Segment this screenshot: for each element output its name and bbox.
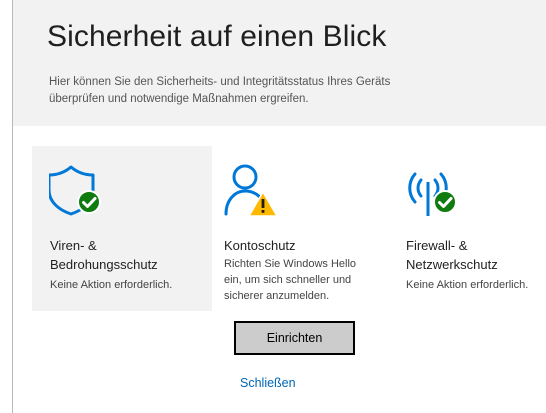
tile-title: Kontoschutz	[224, 238, 296, 253]
shield-check-icon	[49, 165, 101, 216]
tile-status: Keine Aktion erforderlich.	[50, 279, 173, 291]
tile-title-line: Netzwerkschutz	[406, 257, 498, 272]
tile-title: Viren- & Bedrohungsschutz	[50, 236, 200, 274]
tile-title-line: Firewall- &	[406, 238, 468, 253]
person-warning-icon	[224, 164, 278, 217]
page-description: Hier können Sie den Sicherheits- und Int…	[49, 76, 391, 105]
tile-status: Keine Aktion erforderlich.	[406, 279, 529, 291]
tile-virus-protection[interactable]: Viren- & Bedrohungsschutz Keine Aktion e…	[32, 146, 212, 311]
tile-title-line: Viren- &	[50, 238, 97, 253]
tile-firewall-protection[interactable]: Firewall- & Netzwerkschutz Keine Aktion …	[388, 146, 546, 311]
wireless-check-icon	[408, 172, 457, 216]
setup-button[interactable]: Einrichten	[234, 321, 355, 355]
tile-title: Firewall- & Netzwerkschutz	[406, 236, 546, 274]
security-window: Sicherheit auf einen Blick Hier können S…	[12, 0, 546, 413]
tile-title-line: Bedrohungsschutz	[50, 257, 158, 272]
tile-status: Richten Sie Windows Hello ein, um sich s…	[224, 258, 357, 302]
tile-account-protection[interactable]: Kontoschutz Richten Sie Windows Hello ei…	[206, 146, 386, 311]
page-title: Sicherheit auf einen Blick	[47, 20, 387, 53]
dismiss-link[interactable]: Schließen	[240, 376, 296, 390]
page-header: Sicherheit auf einen Blick Hier können S…	[13, 0, 546, 126]
